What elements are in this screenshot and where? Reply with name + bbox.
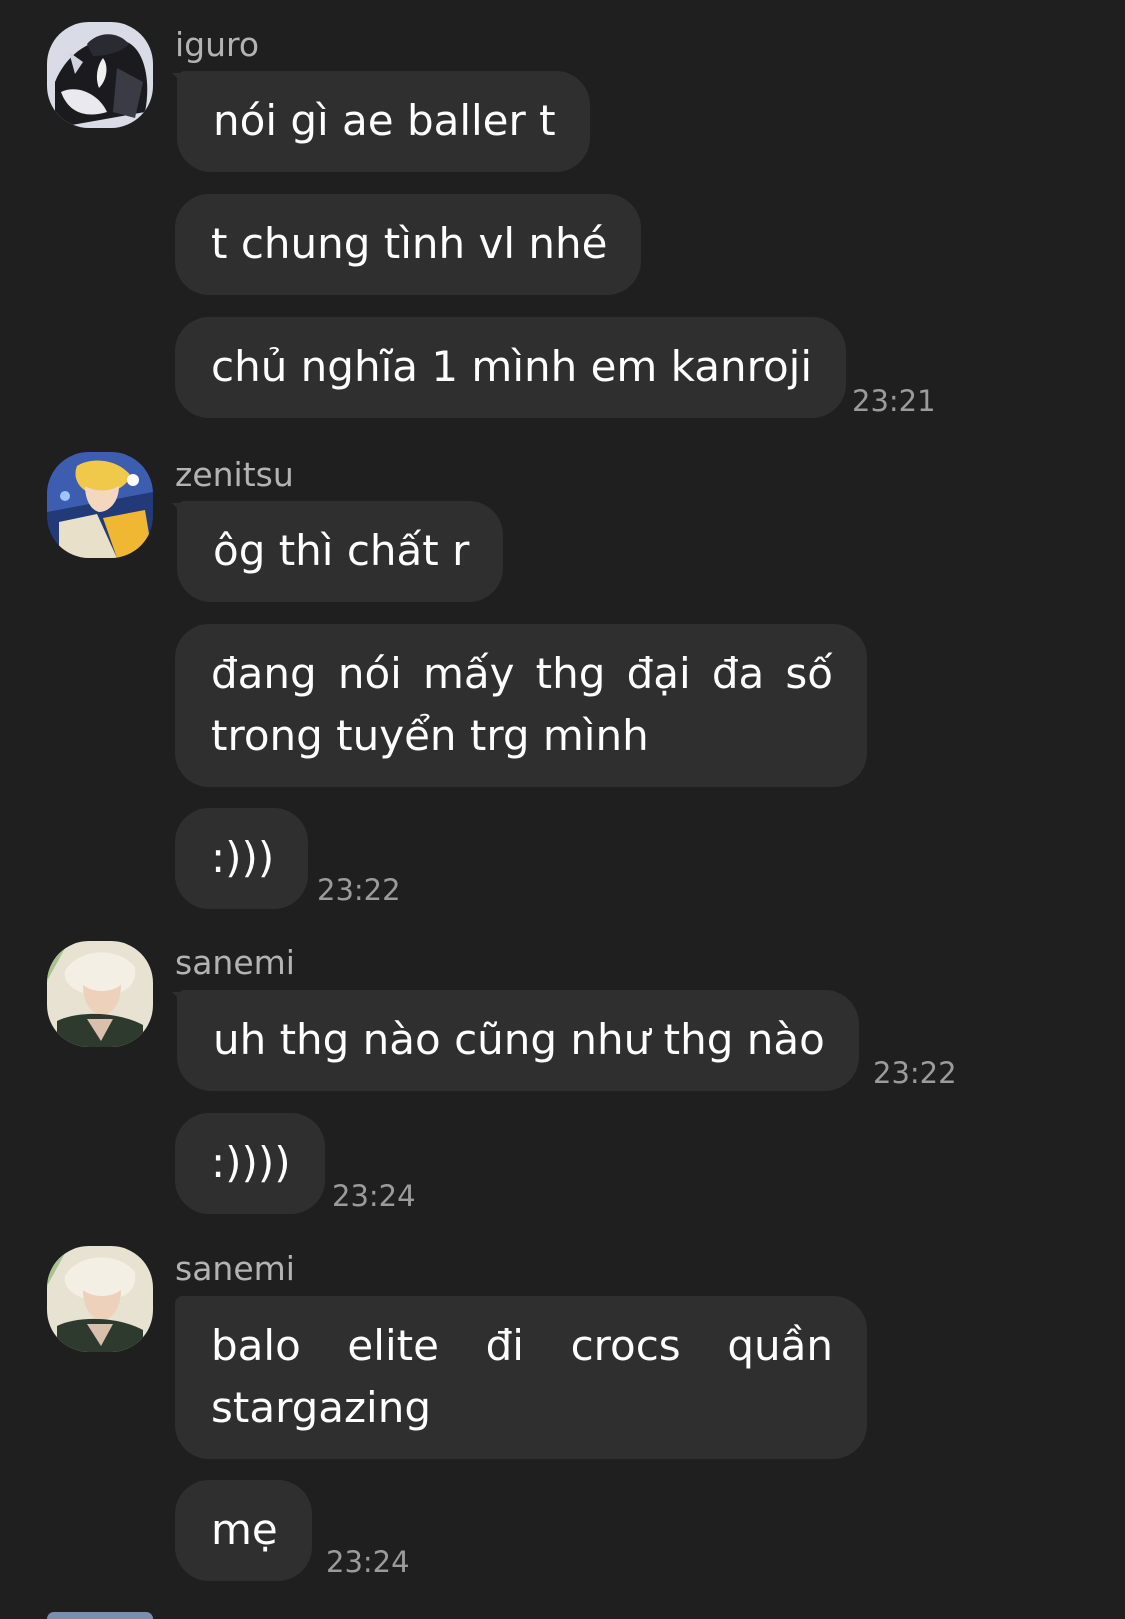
avatar-next[interactable]	[47, 1612, 153, 1619]
message-bubble[interactable]: :))))	[175, 1113, 325, 1214]
chat-message-list[interactable]: iguro nói gì ae baller t t chung tình vl…	[0, 0, 1125, 1619]
sender-name: sanemi	[175, 1249, 295, 1288]
sender-name: iguro	[175, 25, 260, 64]
message-timestamp: 23:21	[852, 384, 936, 418]
message-bubble[interactable]: đang nói mấy thg đại đa số trong tuyển t…	[175, 624, 867, 787]
message-bubble[interactable]: :)))	[175, 808, 309, 909]
message-bubble[interactable]: balo elite đi crocs quần stargazing	[175, 1296, 867, 1459]
message-timestamp: 23:24	[332, 1179, 416, 1213]
message-timestamp: 23:22	[317, 873, 401, 907]
sender-name: sanemi	[175, 943, 295, 982]
avatar-zenitsu[interactable]	[47, 452, 153, 558]
message-timestamp: 23:22	[873, 1056, 957, 1090]
message-bubble[interactable]: uh thg nào cũng như thg nào	[177, 990, 859, 1091]
message-timestamp: 23:24	[326, 1545, 410, 1579]
sender-name: zenitsu	[175, 455, 294, 494]
avatar-sanemi[interactable]	[47, 941, 153, 1047]
message-bubble[interactable]: nói gì ae baller t	[177, 71, 590, 172]
avatar-sanemi[interactable]	[47, 1246, 153, 1352]
message-bubble[interactable]: ôg thì chất r	[177, 501, 504, 602]
message-bubble[interactable]: mẹ	[175, 1480, 312, 1581]
message-bubble[interactable]: t chung tình vl nhé	[175, 194, 642, 295]
avatar-iguro[interactable]	[47, 22, 153, 128]
message-bubble[interactable]: chủ nghĩa 1 mình em kanroji	[175, 317, 847, 418]
